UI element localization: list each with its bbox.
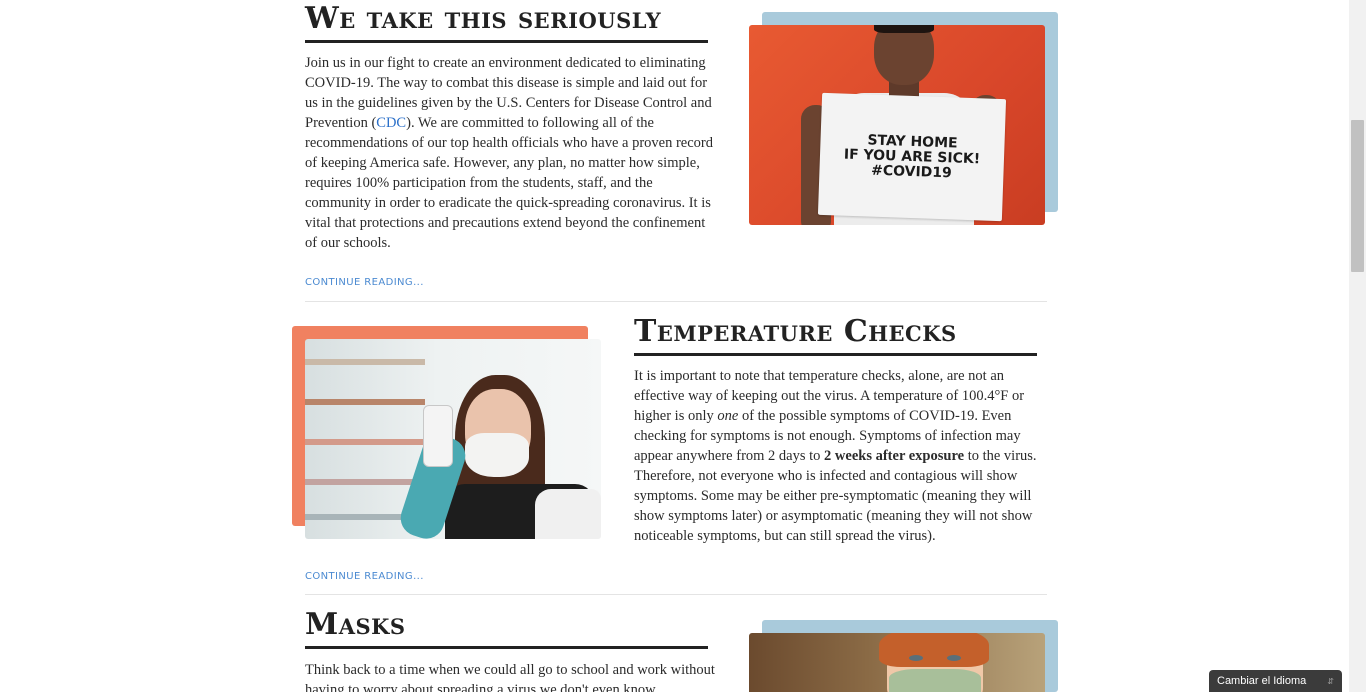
photo-hair: [879, 633, 989, 667]
temperature-check-photo: [305, 339, 601, 539]
photo-shelf: [305, 479, 425, 485]
section-title-masks: Masks: [305, 607, 406, 642]
continue-reading-link-seriously[interactable]: CONTINUE READING...: [305, 277, 424, 288]
face-mask: [465, 433, 529, 477]
sign-line: #COVID19: [870, 162, 953, 181]
continue-reading-link-temperature[interactable]: CONTINUE READING...: [305, 571, 424, 582]
title-underline: [305, 646, 708, 649]
bold-text: 2 weeks after exposure: [824, 448, 965, 464]
section-title-seriously: We take this seriously: [305, 1, 662, 36]
photo-shelf: [305, 359, 425, 365]
language-switcher[interactable]: Cambiar el Idioma ⇵: [1209, 670, 1342, 692]
photo-head: [874, 25, 934, 85]
masks-photo: [749, 633, 1045, 692]
emphasis-text: one: [717, 408, 739, 424]
page-scrollbar-thumb[interactable]: [1351, 120, 1364, 272]
section-divider: [305, 594, 1047, 595]
face-mask: [889, 669, 981, 692]
photo-hair: [874, 25, 934, 33]
photo-eye: [947, 655, 961, 661]
section-body-temperature: It is important to note that temperature…: [634, 366, 1046, 546]
photo-cardigan: [535, 489, 601, 539]
body-text-part: ). We are committed to following all of …: [305, 115, 714, 251]
stay-home-sign: STAY HOME IF YOU ARE SICK! #COVID19: [817, 92, 1007, 222]
section-body-masks: Think back to a time when we could all g…: [305, 660, 717, 692]
section-divider: [305, 301, 1047, 302]
photo-shelf: [305, 439, 425, 445]
title-underline: [634, 353, 1037, 356]
section-title-temperature: Temperature Checks: [634, 314, 957, 349]
cdc-link[interactable]: CDC: [376, 115, 406, 131]
language-switcher-label: Cambiar el Idioma: [1217, 675, 1307, 687]
body-text-part: Think back to a time when we could all g…: [305, 662, 715, 692]
section-body-seriously: Join us in our fight to create an enviro…: [305, 53, 717, 253]
stay-home-photo: STAY HOME IF YOU ARE SICK! #COVID19: [749, 25, 1045, 225]
page-scrollbar-track[interactable]: [1349, 0, 1366, 692]
title-underline: [305, 40, 708, 43]
thermometer: [423, 405, 453, 467]
photo-eye: [909, 655, 923, 661]
updown-arrows-icon: ⇵: [1327, 676, 1334, 686]
photo-shelf: [305, 399, 425, 405]
